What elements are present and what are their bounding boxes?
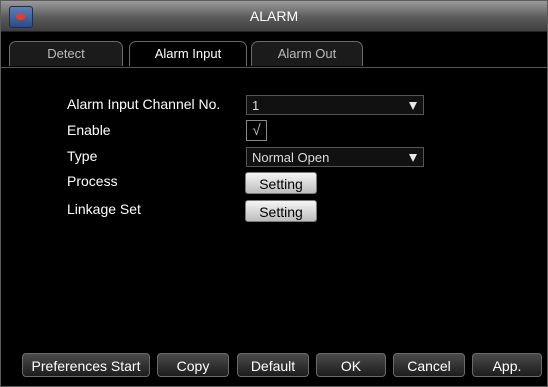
- alarm-window: ALARM Detect Alarm Input Alarm Out Alarm…: [0, 0, 548, 387]
- channel-label: Alarm Input Channel No.: [67, 96, 221, 112]
- enable-label: Enable: [67, 122, 111, 138]
- type-select[interactable]: Normal Open: [246, 147, 424, 167]
- tab-divider: [1, 67, 547, 68]
- channel-value: 1: [252, 98, 260, 113]
- enable-checkbox[interactable]: √: [246, 120, 267, 141]
- linkage-label: Linkage Set: [67, 201, 141, 217]
- copy-button[interactable]: Copy: [157, 353, 229, 377]
- process-label: Process: [67, 173, 118, 189]
- cancel-button[interactable]: Cancel: [393, 353, 465, 377]
- chevron-down-icon: [409, 102, 417, 110]
- linkage-setting-button[interactable]: Setting: [245, 200, 317, 222]
- type-label: Type: [67, 148, 98, 164]
- tab-alarm-input[interactable]: Alarm Input: [129, 41, 247, 66]
- type-value: Normal Open: [252, 150, 330, 165]
- chevron-down-icon: [409, 154, 417, 162]
- title-bar: ALARM: [1, 1, 547, 32]
- tab-detect[interactable]: Detect: [9, 41, 123, 66]
- ok-button[interactable]: OK: [316, 353, 386, 377]
- process-setting-button[interactable]: Setting: [245, 172, 317, 194]
- window-title: ALARM: [249, 8, 299, 24]
- preferences-start-button[interactable]: Preferences Start: [22, 353, 150, 377]
- default-button[interactable]: Default: [237, 353, 309, 377]
- tab-alarm-out[interactable]: Alarm Out: [251, 41, 363, 66]
- apply-button[interactable]: App.: [472, 353, 542, 377]
- channel-select[interactable]: 1: [246, 95, 424, 115]
